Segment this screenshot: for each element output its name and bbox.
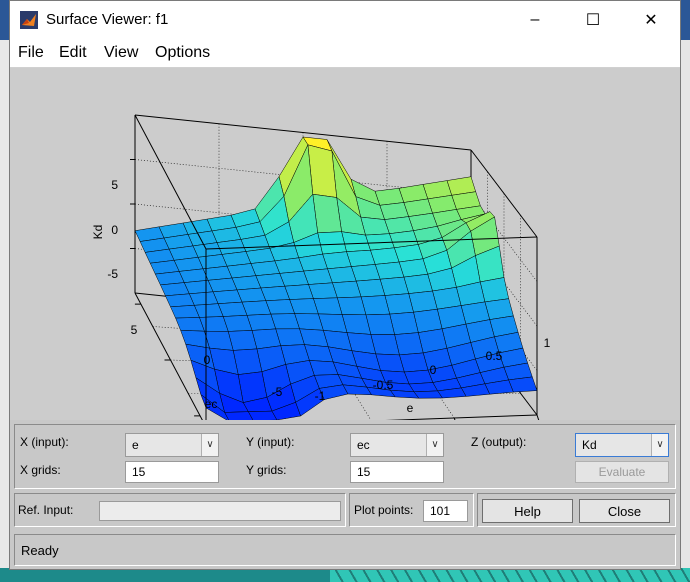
menu-options[interactable]: Options — [155, 44, 210, 62]
window-title: Surface Viewer: f1 — [46, 11, 169, 28]
ec-axis-label: ec — [205, 397, 218, 411]
surface-cell — [170, 305, 200, 319]
x-input-label: X (input): — [20, 435, 69, 449]
x-input-select[interactable]: e ∨ — [125, 433, 219, 457]
menu-edit[interactable]: Edit — [59, 44, 87, 62]
surface-cell — [250, 260, 281, 276]
desktop-background-left — [0, 0, 9, 582]
chevron-down-icon: ∨ — [651, 434, 668, 456]
minimize-button[interactable]: – — [506, 1, 564, 39]
surface-plot[interactable]: 5 0 -5 Kd -1 -0.5 0 0.5 1 e 5 0 -5 ec — [10, 68, 680, 420]
maximize-icon: ☐ — [585, 12, 601, 29]
z-output-label: Z (output): — [471, 435, 527, 449]
desktop-background-right — [680, 0, 690, 582]
desktop-background-right-top — [680, 0, 690, 40]
y-grids-label: Y grids: — [246, 463, 287, 477]
surface-cell — [165, 293, 195, 308]
y-grids-input[interactable]: 15 — [350, 461, 444, 483]
surface-cell — [408, 382, 439, 393]
plot-points-input[interactable]: 101 — [423, 500, 468, 522]
z-tick-label: -5 — [107, 267, 118, 281]
matlab-icon — [20, 11, 38, 29]
ec-tick-label: 5 — [131, 323, 138, 337]
surface-cell — [346, 249, 376, 267]
axis-line — [536, 414, 540, 420]
menu-bar: File Edit View Options — [10, 39, 680, 68]
ref-input-label: Ref. Input: — [18, 503, 74, 517]
surface-cell — [303, 268, 333, 285]
surface-cell — [350, 264, 381, 282]
e-tick-label: 1 — [544, 336, 551, 350]
plot-points-panel: Plot points: 101 — [349, 493, 474, 527]
plot-area[interactable]: 5 0 -5 Kd -1 -0.5 0 0.5 1 e 5 0 -5 ec — [10, 68, 680, 420]
chevron-down-icon: ∨ — [201, 434, 218, 456]
surface-cell — [180, 330, 210, 349]
status-text: Ready — [21, 543, 59, 558]
y-input-value: ec — [357, 438, 370, 452]
x-grids-input[interactable]: 15 — [125, 461, 219, 483]
x-input-value: e — [132, 438, 139, 452]
surface-cell — [479, 277, 510, 303]
chevron-down-icon: ∨ — [426, 434, 443, 456]
surface-cell — [408, 290, 438, 313]
menu-view[interactable]: View — [104, 44, 138, 62]
z-output-select[interactable]: Kd ∨ — [575, 433, 669, 457]
surface-cell — [508, 376, 538, 393]
surface-cell — [413, 308, 443, 333]
z-tick-label: 0 — [111, 223, 118, 237]
surface-cell — [403, 369, 434, 385]
e-tick-label: 0 — [430, 363, 437, 377]
evaluate-button[interactable]: Evaluate — [575, 461, 669, 483]
y-input-select[interactable]: ec ∨ — [350, 433, 444, 457]
z-tick-label: 5 — [111, 178, 118, 192]
surface-cell — [403, 273, 433, 294]
variable-panel: X (input): e ∨ Y (input): ec ∨ Z (output):… — [14, 424, 676, 489]
surface-mesh — [134, 136, 538, 420]
close-button[interactable]: Close — [579, 499, 670, 523]
surface-cell — [374, 188, 405, 206]
surface-cell — [370, 247, 400, 265]
z-output-value: Kd — [582, 438, 597, 452]
close-icon: ✕ — [644, 12, 658, 29]
surface-cell — [394, 332, 424, 356]
surface-cell — [432, 287, 462, 310]
maximize-button[interactable]: ☐ — [564, 1, 622, 39]
surface-cell — [224, 411, 254, 420]
action-buttons-panel: Help Close — [477, 493, 676, 527]
surface-cell — [379, 276, 410, 296]
surface-cell — [247, 410, 278, 420]
surface-viewer-window: Surface Viewer: f1 – ☐ ✕ File Edit View … — [9, 0, 681, 570]
surface-cell — [360, 295, 391, 316]
e-axis-label: e — [407, 401, 414, 415]
e-tick-label: -1 — [315, 389, 326, 403]
plot-points-label: Plot points: — [354, 503, 414, 517]
ec-tick-label: -5 — [272, 385, 283, 399]
ec-tick-label: 0 — [204, 353, 211, 367]
desktop-background-left-top — [0, 0, 9, 40]
status-bar: Ready — [14, 534, 676, 566]
surface-cell — [384, 293, 414, 315]
ref-input-field[interactable] — [99, 501, 341, 521]
y-input-label: Y (input): — [246, 435, 295, 449]
ref-input-panel: Ref. Input: — [14, 493, 346, 527]
minimize-icon: – — [530, 11, 540, 28]
help-button[interactable]: Help — [482, 499, 573, 523]
surface-cell — [398, 258, 429, 278]
title-bar[interactable]: Surface Viewer: f1 – ☐ ✕ — [10, 1, 680, 39]
menu-file[interactable]: File — [18, 44, 44, 62]
background-surface-fragment — [330, 568, 690, 582]
z-axis-label: Kd — [91, 225, 105, 240]
x-grids-label: X grids: — [20, 463, 61, 477]
surface-cell — [175, 317, 205, 332]
close-window-button[interactable]: ✕ — [622, 1, 680, 39]
e-tick-label: -0.5 — [373, 378, 394, 392]
surface-cell — [274, 257, 304, 274]
surface-cell — [160, 282, 190, 297]
e-tick-label: 0.5 — [486, 349, 503, 363]
